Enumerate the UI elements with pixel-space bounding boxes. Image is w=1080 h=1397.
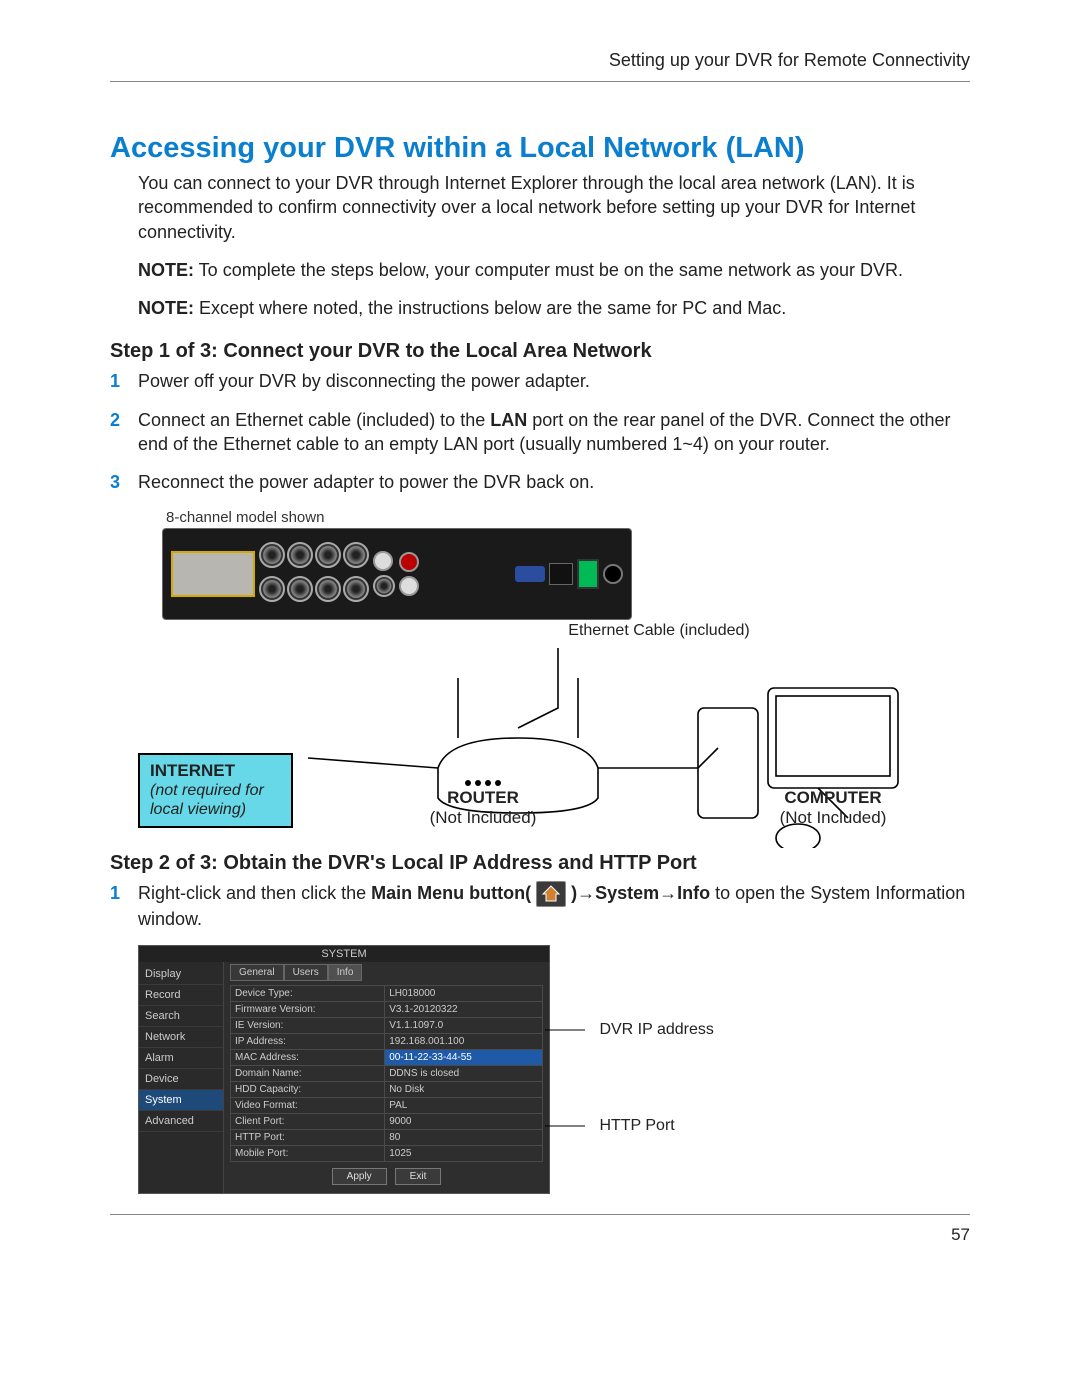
audio-out <box>399 552 419 572</box>
step2-list: Right-click and then click the Main Menu… <box>110 881 970 932</box>
step1-item-3: Reconnect the power adapter to power the… <box>110 470 970 494</box>
step1-heading: Step 1 of 3: Connect your DVR to the Loc… <box>110 340 970 363</box>
tab-info[interactable]: Info <box>328 964 363 981</box>
step1-item-2: Connect an Ethernet cable (included) to … <box>110 408 970 457</box>
page-header: Setting up your DVR for Remote Connectiv… <box>110 50 970 71</box>
step1-list: Power off your DVR by disconnecting the … <box>110 369 970 494</box>
sidebar-item-network[interactable]: Network <box>139 1027 223 1048</box>
table-row: Firmware Version:V3.1-20120322 <box>231 1002 543 1018</box>
footer-rule <box>110 1214 970 1215</box>
note-1: NOTE: To complete the steps below, your … <box>138 258 970 282</box>
system-window: SYSTEM DisplayRecordSearchNetworkAlarmDe… <box>138 945 550 1194</box>
intro-paragraph: You can connect to your DVR through Inte… <box>138 171 970 244</box>
callout-http-port: HTTP Port <box>545 1117 675 1135</box>
audio-out2 <box>399 576 419 596</box>
tab-users[interactable]: Users <box>284 964 328 981</box>
internet-box: INTERNET (not required for local viewing… <box>138 753 293 827</box>
connection-diagram: 8-channel model shown Ethernet <box>138 509 970 828</box>
computer-label: COMPUTER (Not Included) <box>733 788 933 828</box>
sidebar-item-system[interactable]: System <box>139 1090 223 1111</box>
note-2-prefix: NOTE: <box>138 298 194 318</box>
home-icon <box>536 881 566 907</box>
table-row: Client Port:9000 <box>231 1114 543 1130</box>
note-1-prefix: NOTE: <box>138 260 194 280</box>
sidebar-item-alarm[interactable]: Alarm <box>139 1048 223 1069</box>
bnc-video-inputs <box>259 542 369 606</box>
table-row: HTTP Port:80 <box>231 1130 543 1146</box>
system-sidebar: DisplayRecordSearchNetworkAlarmDeviceSys… <box>139 946 224 1193</box>
vga-port <box>515 566 545 582</box>
header-rule <box>110 81 970 82</box>
table-row: IE Version:V1.1.1097.0 <box>231 1018 543 1034</box>
step2-heading: Step 2 of 3: Obtain the DVR's Local IP A… <box>110 852 970 875</box>
audio-in <box>373 551 393 571</box>
system-info-table: Device Type:LH018000Firmware Version:V3.… <box>230 985 543 1162</box>
table-row: IP Address:192.168.001.100 <box>231 1034 543 1050</box>
table-row: Domain Name:DDNS is closed <box>231 1066 543 1082</box>
sidebar-item-record[interactable]: Record <box>139 985 223 1006</box>
tab-general[interactable]: General <box>230 964 284 981</box>
system-buttons-row: Apply Exit <box>230 1162 543 1187</box>
main-heading: Accessing your DVR within a Local Networ… <box>110 132 970 165</box>
internet-subtitle: (not required for local viewing) <box>150 781 281 819</box>
power-jack <box>603 564 623 584</box>
sidebar-item-device[interactable]: Device <box>139 1069 223 1090</box>
lan-port <box>549 563 573 585</box>
system-title: SYSTEM <box>139 946 549 962</box>
system-tabs: GeneralUsersInfo <box>230 964 543 981</box>
table-row: HDD Capacity:No Disk <box>231 1082 543 1098</box>
video-out <box>373 575 395 597</box>
sidebar-item-advanced[interactable]: Advanced <box>139 1111 223 1132</box>
step1-item-1: Power off your DVR by disconnecting the … <box>110 369 970 393</box>
page-number: 57 <box>110 1225 970 1245</box>
table-row: Device Type:LH018000 <box>231 986 543 1002</box>
sidebar-item-search[interactable]: Search <box>139 1006 223 1027</box>
apply-button[interactable]: Apply <box>332 1168 387 1185</box>
sidebar-item-display[interactable]: Display <box>139 964 223 985</box>
caution-label <box>171 551 255 597</box>
table-row: MAC Address:00-11-22-33-44-55 <box>231 1050 543 1066</box>
note-2: NOTE: Except where noted, the instructio… <box>138 296 970 320</box>
table-row: Mobile Port:1025 <box>231 1146 543 1162</box>
diagram-caption: 8-channel model shown <box>166 509 970 526</box>
internet-title: INTERNET <box>150 761 281 781</box>
exit-button[interactable]: Exit <box>395 1168 442 1185</box>
callout-ip: DVR IP address <box>545 1021 714 1039</box>
ethernet-cable-label: Ethernet Cable (included) <box>348 622 970 640</box>
table-row: Video Format:PAL <box>231 1098 543 1114</box>
power-switch <box>577 559 599 589</box>
router-label: ROUTER (Not Included) <box>383 788 583 828</box>
dvr-rear-panel <box>162 528 632 620</box>
step2-item-1: Right-click and then click the Main Menu… <box>110 881 970 932</box>
